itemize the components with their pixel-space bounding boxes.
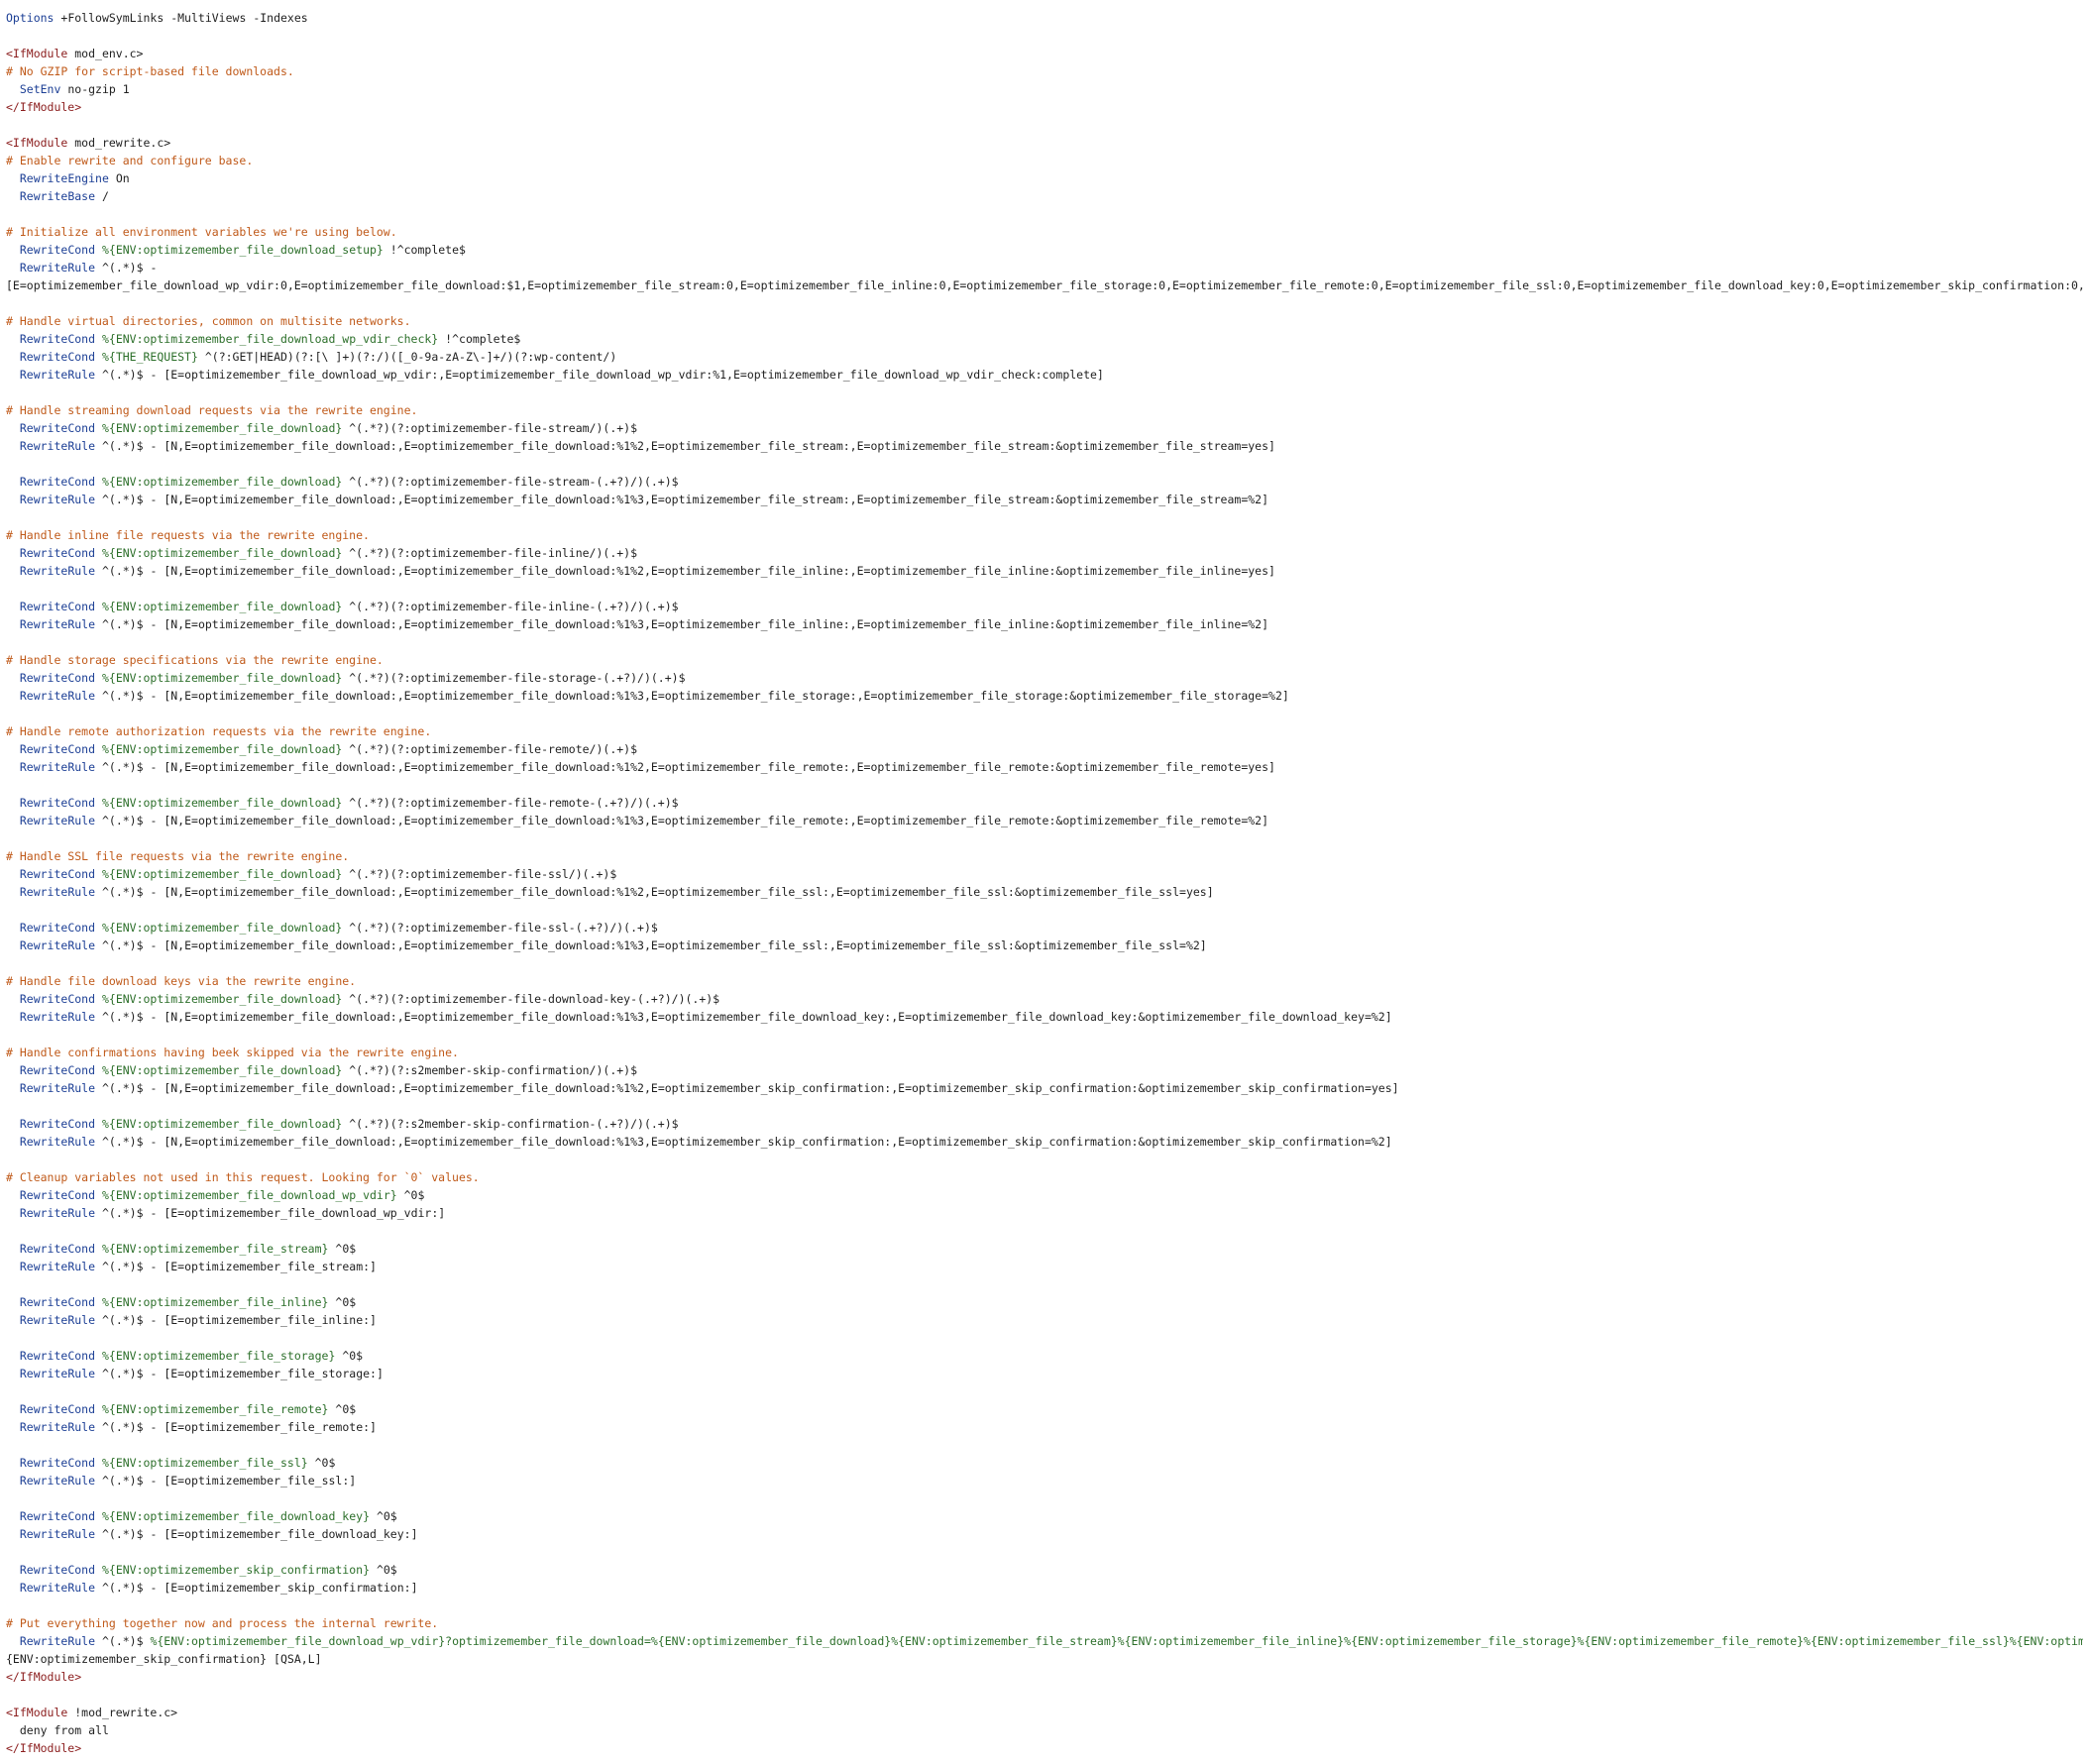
code-line: RewriteRule ^(.*)$ - [19,261,158,275]
code-line: RewriteCond %{ENV:optimizemember_file_st… [19,1349,364,1363]
code-line: RewriteCond %{ENV:optimizemember_file_do… [19,1188,425,1202]
comment-line: # Handle remote authorization requests v… [6,724,432,738]
code-line: RewriteEngine On [19,171,130,185]
code-line: RewriteCond %{ENV:optimizemember_skip_co… [19,1563,397,1577]
code-line: RewriteCond %{ENV:optimizemember_file_do… [19,992,720,1006]
comment-line: # Handle SSL file requests via the rewri… [6,849,350,863]
code-line: RewriteCond %{ENV:optimizemember_file_do… [19,867,617,881]
code-line: RewriteRule ^(.*)$ - [E=optimizemember_f… [19,1367,384,1380]
code-line: RewriteCond %{ENV:optimizemember_file_do… [19,1509,397,1523]
comment-line: # Handle streaming download requests via… [6,403,418,417]
code-line: RewriteRule ^(.*)$ - [N,E=optimizemember… [19,493,1269,506]
code-viewer: Options +FollowSymLinks -MultiViews -Ind… [6,9,2083,1757]
code-line: RewriteRule ^(.*)$ - [E=optimizemember_f… [19,1420,377,1434]
code-line: RewriteRule ^(.*)$ - [E=optimizemember_s… [19,1581,418,1595]
code-line: RewriteRule ^(.*)$ - [N,E=optimizemember… [19,1010,1392,1024]
code-line: RewriteRule ^(.*)$ - [N,E=optimizemember… [19,938,1207,952]
code-line: RewriteCond %{ENV:optimizemember_file_do… [19,1063,638,1077]
code-line: </IfModule> [6,1670,82,1684]
code-line: RewriteCond %{ENV:optimizemember_file_ss… [19,1456,336,1470]
code-line: <IfModule mod_rewrite.c> [6,136,171,150]
code-line: RewriteRule ^(.*)$ - [N,E=optimizemember… [19,1135,1392,1149]
code-line: RewriteCond %{ENV:optimizemember_file_do… [19,243,466,257]
comment-line: # Cleanup variables not used in this req… [6,1170,480,1184]
code-line: RewriteRule ^(.*)$ - [E=optimizemember_f… [19,1474,357,1488]
code-line: RewriteRule ^(.*)$ - [N,E=optimizemember… [19,760,1275,774]
code-line: RewriteCond %{ENV:optimizemember_file_do… [19,742,638,756]
code-line: RewriteCond %{ENV:optimizemember_file_do… [19,600,679,613]
code-line: RewriteRule ^(.*)$ - [N,E=optimizemember… [19,439,1275,453]
code-line: RewriteRule ^(.*)$ - [N,E=optimizemember… [19,689,1289,703]
comment-line: # Handle confirmations having beek skipp… [6,1046,459,1059]
comment-line: # Put everything together now and proces… [6,1616,439,1630]
code-line: RewriteRule ^(.*)$ - [E=optimizemember_f… [19,1206,446,1220]
code-line: RewriteRule ^(.*)$ - [N,E=optimizemember… [19,885,1214,899]
comment-line: # No GZIP for script-based file download… [6,64,294,78]
code-line: RewriteRule ^(.*)$ - [N,E=optimizemember… [19,1081,1399,1095]
code-line: RewriteCond %{ENV:optimizemember_file_do… [19,921,658,935]
code-line: RewriteCond %{ENV:optimizemember_file_do… [19,796,679,810]
comment-line: # Handle storage specifications via the … [6,653,384,667]
comment-line: # Handle inline file requests via the re… [6,528,370,542]
code-line: RewriteRule ^(.*)$ - [E=optimizemember_f… [19,1260,377,1273]
code-line: RewriteRule ^(.*)$ - [E=optimizemember_f… [19,1313,377,1327]
code-line: {ENV:optimizemember_skip_confirmation} [… [6,1652,322,1666]
code-line: RewriteCond %{ENV:optimizemember_file_do… [19,332,521,346]
comment-line: # Handle virtual directories, common on … [6,314,411,328]
code-line: deny from all [19,1723,109,1737]
code-line: RewriteCond %{ENV:optimizemember_file_do… [19,475,679,489]
code-line: RewriteRule ^(.*)$ - [N,E=optimizemember… [19,564,1275,578]
code-line: RewriteCond %{THE_REQUEST} ^(?:GET|HEAD)… [19,350,617,364]
code-line: RewriteRule ^(.*)$ - [E=optimizemember_f… [19,368,1104,382]
code-line: RewriteRule ^(.*)$ - [N,E=optimizemember… [19,814,1269,827]
code-line: RewriteCond %{ENV:optimizemember_file_in… [19,1295,357,1309]
code-line: Options +FollowSymLinks -MultiViews -Ind… [6,11,308,25]
code-line: RewriteCond %{ENV:optimizemember_file_do… [19,1117,679,1131]
comment-line: # Enable rewrite and configure base. [6,154,254,167]
code-line: <IfModule !mod_rewrite.c> [6,1706,178,1719]
code-line: RewriteRule ^(.*)$ - [E=optimizemember_f… [19,1527,418,1541]
code-line: RewriteRule ^(.*)$ - [N,E=optimizemember… [19,617,1269,631]
code-line: </IfModule> [6,100,82,114]
code-line: RewriteCond %{ENV:optimizemember_file_do… [19,671,686,685]
comment-line: # Initialize all environment variables w… [6,225,397,239]
code-line: RewriteCond %{ENV:optimizemember_file_re… [19,1402,357,1416]
code-line: SetEnv no-gzip 1 [19,82,130,96]
code-line: RewriteRule ^(.*)$ %{ENV:optimizemember_… [19,1634,2083,1648]
code-line: </IfModule> [6,1741,82,1755]
code-line: RewriteCond %{ENV:optimizemember_file_st… [19,1242,357,1256]
code-line: RewriteBase / [19,189,109,203]
code-line: <IfModule mod_env.c> [6,47,144,60]
code-line: RewriteCond %{ENV:optimizemember_file_do… [19,546,638,560]
comment-line: # Handle file download keys via the rewr… [6,974,357,988]
code-line: RewriteCond %{ENV:optimizemember_file_do… [19,421,638,435]
code-line: [E=optimizemember_file_download_wp_vdir:… [6,278,2083,292]
